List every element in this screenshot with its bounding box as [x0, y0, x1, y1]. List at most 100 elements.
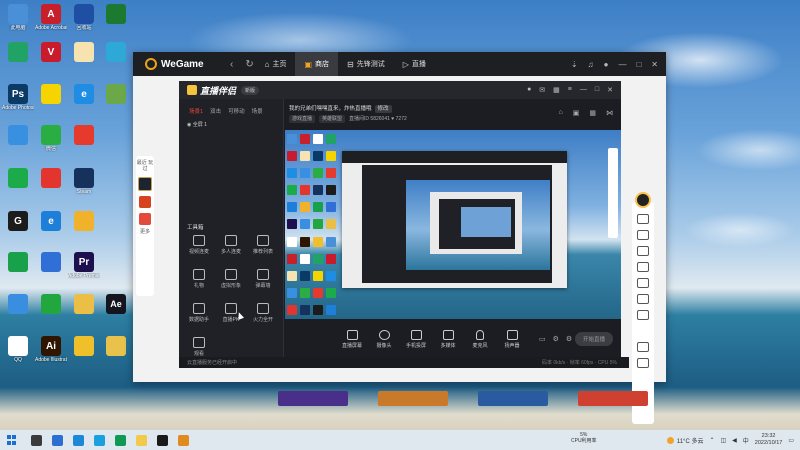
shop-icon[interactable]: ▣ [573, 109, 580, 117]
desktop-icon[interactable]: AiAdobe Illustrat... [35, 336, 67, 363]
rail-settings-icon[interactable] [637, 358, 649, 368]
version-badge[interactable]: 新版 [241, 85, 260, 95]
rail-pin-icon[interactable] [637, 294, 649, 304]
media-button[interactable]: 多媒体 [437, 329, 459, 349]
desktop-icon[interactable]: Steam [68, 168, 100, 195]
task-view-icon[interactable] [52, 434, 63, 446]
room-tag[interactable]: 游戏直播 [289, 115, 316, 123]
tool-gift[interactable]: 礼物 [183, 269, 215, 289]
minimize-icon[interactable]: — [580, 86, 587, 94]
desktop-icon[interactable]: Ae [106, 294, 126, 314]
desktop-icon[interactable]: V [35, 42, 67, 63]
desktop-icon[interactable] [106, 42, 126, 62]
desktop-icon[interactable] [35, 168, 67, 189]
calendar-icon[interactable]: ▦ [589, 109, 596, 117]
tab-test[interactable]: ⊟ 先锋测试 [338, 52, 394, 76]
avatar[interactable] [635, 192, 651, 208]
start-live-button[interactable]: 开始直播 [574, 332, 613, 346]
rail-gift-icon[interactable] [637, 214, 649, 224]
desktop-icon[interactable] [2, 168, 34, 189]
settings-icon[interactable]: ⚙ [553, 335, 559, 343]
tab-scene4[interactable]: 场景 [252, 107, 263, 115]
live-preview[interactable] [285, 130, 621, 319]
desktop-icon[interactable] [35, 252, 67, 273]
desktop-icon[interactable] [35, 84, 67, 105]
tab-live[interactable]: ▷ 直播 [394, 52, 435, 76]
search-icon[interactable] [31, 434, 42, 446]
wegame-logo[interactable]: WeGame [145, 58, 204, 70]
rail-trophy-icon[interactable] [637, 246, 649, 256]
desktop-icon[interactable] [68, 336, 100, 357]
camera-button[interactable]: 摄像头 [373, 329, 395, 349]
mail-icon[interactable]: ✉ [539, 86, 545, 94]
desktop-icon[interactable] [35, 294, 67, 315]
notification-icon[interactable]: ▭ [788, 437, 794, 444]
zhibo-icon[interactable] [178, 434, 189, 446]
room-tag[interactable]: 英雄联盟 [319, 115, 346, 123]
desktop-icon[interactable]: G [2, 211, 34, 232]
tool-video-link[interactable]: 视频连麦 [183, 235, 215, 255]
desktop-icon[interactable] [68, 294, 100, 315]
desktop-icon[interactable]: e [68, 84, 100, 105]
gear-icon[interactable]: ⚙ [566, 335, 572, 343]
scene-item[interactable]: ◉ 全屏 1 [179, 115, 283, 134]
desktop-icon[interactable]: 微信 [35, 125, 67, 152]
tab-shop[interactable]: ▣ 商店 [295, 52, 339, 76]
tab-scene2[interactable]: 双击 [210, 107, 221, 115]
grid-icon[interactable]: ▦ [553, 86, 560, 94]
minimize-icon[interactable]: — [618, 60, 626, 69]
bell-icon[interactable]: ♫ [588, 60, 594, 69]
tab-scene1[interactable]: 场景1 [189, 107, 203, 115]
app-icon[interactable] [115, 434, 126, 446]
desktop-icon[interactable]: 此电脑 [2, 4, 34, 31]
wegame-icon[interactable] [157, 434, 168, 446]
phone-cast-button[interactable]: 手机投屏 [405, 329, 427, 349]
game-thumbnail[interactable] [378, 391, 448, 406]
rail-box-icon[interactable] [637, 230, 649, 240]
volume-icon[interactable]: ◀ [732, 437, 737, 444]
tool-avatar[interactable]: 虚拟形象 [215, 269, 247, 289]
ime-icon[interactable]: 中 [743, 436, 749, 445]
download-icon[interactable]: ⇣ [571, 60, 578, 69]
desktop-icon[interactable] [68, 211, 100, 232]
game-3-icon[interactable] [139, 213, 151, 225]
close-icon[interactable]: ✕ [651, 60, 658, 69]
game-thumbnail[interactable] [478, 391, 548, 406]
tool-data[interactable]: 数据助手 [183, 303, 215, 323]
desktop-icon[interactable]: PrAdobe Premie... [68, 252, 100, 279]
network-icon[interactable]: ◫ [720, 437, 726, 444]
close-icon[interactable]: ✕ [607, 86, 613, 94]
refresh-icon[interactable]: ↻ [244, 59, 256, 70]
desktop-icon[interactable] [68, 125, 100, 146]
maximize-icon[interactable]: □ [595, 86, 599, 94]
game-thumbnail[interactable] [278, 391, 348, 406]
more-link[interactable]: 更多 [136, 229, 154, 235]
desktop-icon[interactable] [2, 294, 34, 315]
record-icon[interactable]: ▭ [539, 335, 546, 343]
browser-icon[interactable] [94, 434, 105, 446]
weather-widget[interactable]: 11°C 多云 [666, 436, 703, 445]
rail-gamepad-icon[interactable] [637, 262, 649, 272]
desktop-icon[interactable] [2, 42, 34, 63]
game-2-icon[interactable] [139, 196, 151, 208]
tool-multi-link[interactable]: 多人连麦 [215, 235, 247, 255]
back-icon[interactable]: ‹ [226, 59, 238, 70]
clock[interactable]: 23:32 2022/10/17 [755, 433, 783, 447]
rail-chart-icon[interactable] [637, 310, 649, 320]
start-button[interactable] [7, 435, 17, 445]
tool-danmu[interactable]: 弹幕墙 [247, 269, 279, 289]
desktop-icon[interactable]: AAdobe Acrobat DC [35, 4, 67, 31]
desktop-icon[interactable] [2, 125, 34, 146]
tab-home[interactable]: ⌂ 主页 [256, 52, 296, 76]
avatar[interactable]: ● [604, 60, 609, 69]
chevron-up-icon[interactable]: ⌃ [709, 437, 714, 444]
desktop-icon[interactable]: PsAdobe Photosh... [2, 84, 34, 111]
maximize-icon[interactable]: □ [636, 60, 641, 69]
user-icon[interactable]: ● [527, 86, 531, 94]
game-thumbnail[interactable] [578, 391, 648, 406]
desktop-icon[interactable]: e [35, 211, 67, 232]
tab-scene3[interactable]: 可移动 [228, 107, 245, 115]
folder-icon[interactable] [136, 434, 147, 446]
edge-icon[interactable] [73, 434, 84, 446]
menu-icon[interactable]: ≡ [568, 86, 572, 94]
